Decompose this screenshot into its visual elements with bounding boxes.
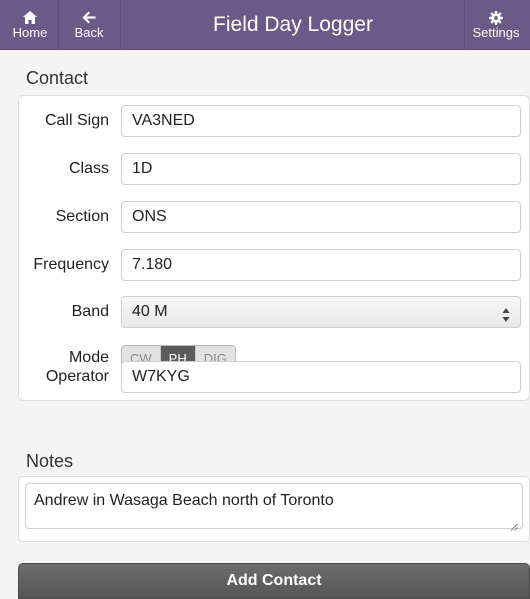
select-arrows-icon: [502, 304, 510, 322]
gear-icon: [466, 11, 526, 25]
contact-section-label: Contact: [26, 68, 89, 88]
class-input[interactable]: 1D: [121, 153, 521, 185]
contact-card: Call Sign VA3NED Class 1D Section ONS Fr…: [18, 95, 530, 401]
operator-input[interactable]: W7KYG: [121, 361, 521, 393]
header-divider: [120, 0, 121, 50]
call-sign-row: Call Sign VA3NED: [19, 105, 529, 137]
header-divider: [58, 0, 59, 50]
frequency-row: Frequency 7.180: [19, 249, 529, 281]
operator-label: Operator: [45, 368, 109, 385]
add-contact-button[interactable]: Add Contact: [18, 563, 530, 599]
back-label: Back: [74, 25, 104, 40]
section-row: Section ONS: [19, 201, 529, 233]
header-divider: [464, 0, 465, 50]
back-button[interactable]: Back: [64, 0, 114, 50]
home-icon: [6, 11, 54, 25]
band-selected-value: 40 M: [132, 303, 168, 320]
app-header: Home Back Field Day Logger Settings: [0, 0, 530, 50]
class-row: Class 1D: [19, 153, 529, 185]
operator-row: Operator W7KYG: [19, 361, 529, 393]
section-input[interactable]: ONS: [121, 201, 521, 233]
home-label: Home: [12, 25, 48, 40]
notes-section-label: Notes: [26, 451, 74, 471]
band-row: Band 40 M: [19, 296, 529, 328]
class-label: Class: [68, 160, 109, 177]
frequency-label: Frequency: [33, 256, 109, 273]
home-button[interactable]: Home: [6, 0, 54, 50]
band-select[interactable]: 40 M: [121, 296, 521, 328]
settings-label: Settings: [472, 25, 520, 40]
resize-handle-icon[interactable]: [510, 517, 518, 531]
notes-card: Andrew in Wasaga Beach north of Toronto: [18, 476, 530, 542]
section-label: Section: [55, 208, 109, 225]
frequency-input[interactable]: 7.180: [121, 249, 521, 281]
settings-button[interactable]: Settings: [466, 0, 526, 50]
page-title: Field Day Logger: [213, 13, 373, 36]
arrow-left-icon: [64, 11, 114, 25]
band-label: Band: [71, 303, 109, 320]
notes-text: Andrew in Wasaga Beach north of Toronto: [34, 492, 334, 509]
notes-textarea[interactable]: Andrew in Wasaga Beach north of Toronto: [25, 483, 523, 531]
call-sign-label: Call Sign: [44, 112, 109, 129]
call-sign-input[interactable]: VA3NED: [121, 105, 521, 137]
